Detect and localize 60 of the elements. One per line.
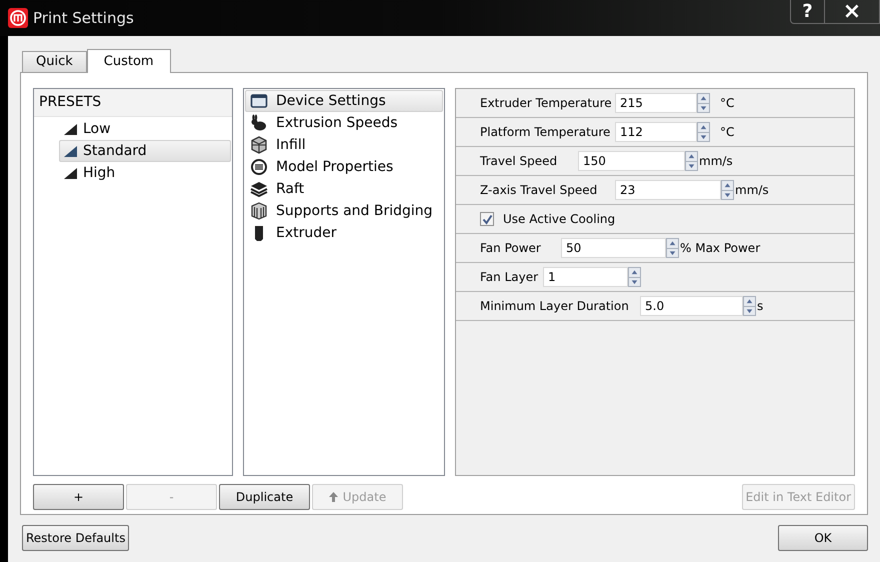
unit-label: % Max Power	[680, 240, 760, 257]
setting-label: Travel Speed	[480, 153, 558, 170]
circle-lines-icon	[250, 158, 268, 176]
unit-label: °C	[720, 95, 734, 112]
preset-item[interactable]: Low	[59, 118, 231, 140]
setting-label: Fan Layer	[480, 269, 540, 286]
window-title: Print Settings	[33, 8, 134, 29]
number-field[interactable]: 23	[615, 180, 721, 200]
restore-defaults-button[interactable]: Restore Defaults	[22, 525, 130, 551]
category-item[interactable]: Model Properties	[245, 156, 443, 178]
pillars-icon	[250, 202, 268, 220]
spin-buttons[interactable]	[666, 238, 679, 258]
category-item[interactable]: Extrusion Speeds	[245, 112, 443, 134]
spin-buttons[interactable]	[685, 151, 698, 171]
tab[interactable]: Quick	[22, 51, 87, 72]
signal-icon	[64, 124, 77, 134]
preset-item[interactable]: High	[59, 162, 231, 184]
setting-label: Z-axis Travel Speed	[480, 182, 598, 199]
number-field[interactable]: 215	[615, 93, 697, 113]
presets-header: PRESETS	[34, 89, 232, 117]
ok-button[interactable]: OK	[778, 525, 868, 551]
up-arrow-icon	[328, 492, 338, 502]
setting-label: Extruder Temperature	[480, 95, 613, 112]
layers-icon	[250, 180, 268, 198]
window-icon	[250, 92, 268, 110]
number-field[interactable]: 112	[615, 122, 697, 142]
spin-buttons[interactable]	[721, 180, 734, 200]
setting-label: Fan Power	[480, 240, 542, 257]
preset-item[interactable]: Standard	[59, 140, 231, 162]
spin-buttons[interactable]	[743, 296, 756, 316]
number-field[interactable]: 5.0	[640, 296, 743, 316]
checkbox-label: Use Active Cooling	[503, 211, 616, 228]
category-item[interactable]: Infill	[245, 134, 443, 156]
unit-label: s	[757, 298, 764, 315]
spin-buttons[interactable]	[628, 267, 641, 287]
checkbox[interactable]	[480, 212, 494, 226]
preset-button[interactable]: Duplicate	[219, 484, 310, 510]
category-item[interactable]: Extruder	[245, 222, 443, 244]
category-item[interactable]: Supports and Bridging	[245, 200, 443, 222]
preset-button[interactable]: +	[33, 484, 124, 510]
app-logo-icon	[8, 8, 28, 28]
spin-buttons[interactable]	[697, 93, 710, 113]
cube-icon	[250, 136, 268, 154]
unit-label: °C	[720, 124, 734, 141]
category-item[interactable]: Device Settings	[245, 90, 443, 112]
unit-label: mm/s	[735, 182, 769, 199]
number-field[interactable]: 1	[543, 267, 628, 287]
spin-buttons[interactable]	[697, 122, 710, 142]
signal-icon	[64, 146, 77, 156]
category-item[interactable]: Raft	[245, 178, 443, 200]
tab[interactable]: Custom	[86, 49, 171, 73]
number-field[interactable]: 50	[561, 238, 666, 258]
setting-label: Minimum Layer Duration	[480, 298, 630, 315]
rabbit-icon	[250, 114, 268, 132]
unit-label: mm/s	[699, 153, 733, 170]
setting-label: Platform Temperature	[480, 124, 612, 141]
help-button[interactable]: ?	[790, 0, 825, 24]
close-button[interactable]: ×	[825, 0, 880, 24]
signal-icon	[64, 168, 77, 178]
number-field[interactable]: 150	[578, 151, 685, 171]
